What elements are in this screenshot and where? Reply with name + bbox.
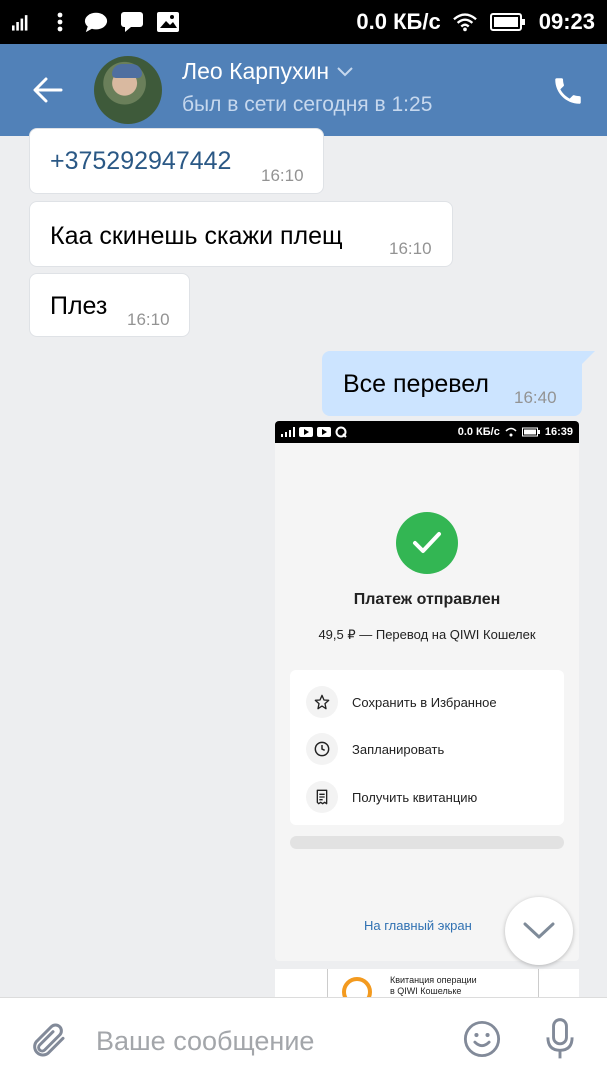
emoji-button[interactable] <box>463 1020 501 1058</box>
attach-button[interactable] <box>28 1020 68 1060</box>
battery-icon <box>489 11 527 33</box>
placeholder-bar <box>290 836 564 849</box>
action-label: Запланировать <box>352 741 445 757</box>
arrow-left-icon <box>33 77 63 103</box>
message-input[interactable]: Ваше сообщение <box>96 1026 314 1057</box>
message-time: 16:10 <box>127 310 170 329</box>
attachment-network-speed: 0.0 КБ/с <box>457 426 500 438</box>
attachment-status-bar: 0.0 КБ/с 16:39 <box>275 421 579 443</box>
contact-info[interactable]: Лео Карпухин был в сети сегодня в 1:25 <box>182 58 432 117</box>
back-button[interactable] <box>0 44 96 136</box>
message-bubble[interactable]: Плез 16:10 <box>29 273 190 337</box>
image-icon <box>156 11 180 33</box>
message-bubble[interactable]: +375292947442 16:10 <box>29 128 324 194</box>
chevron-down-icon <box>337 66 353 76</box>
action-save-favorite: Сохранить в Избранное <box>306 686 497 718</box>
photo-attachment[interactable]: 0.0 КБ/с 16:39 Платеж отправлен 49,5 ₽ —… <box>275 421 579 961</box>
clock: 09:23 <box>538 9 595 34</box>
voice-record-button[interactable] <box>543 1018 577 1060</box>
youtube-icon <box>299 427 313 437</box>
receipt-line: Квитанция операции <box>390 975 477 985</box>
signal-icon <box>12 11 36 33</box>
paperclip-icon <box>33 1023 65 1057</box>
contact-status: был в сети сегодня в 1:25 <box>182 93 433 116</box>
payment-actions-card: Сохранить в Избранное Запланировать Полу… <box>290 670 564 825</box>
receipt-heading: Квитанция операции в QIWI Кошельке <box>390 975 477 997</box>
message-text-link[interactable]: +375292947442 <box>50 147 231 176</box>
avatar[interactable] <box>94 56 162 124</box>
more-vertical-icon <box>48 11 72 33</box>
qiwi-icon <box>335 426 347 438</box>
message-bubble-outgoing[interactable]: Все перевел 16:40 <box>322 351 595 416</box>
attachment-clock: 16:39 <box>544 426 573 438</box>
chat-bubble-icon <box>84 11 108 33</box>
action-schedule: Запланировать <box>306 733 444 765</box>
message-bubble[interactable]: Каа скинешь скажи плещ 16:10 <box>29 201 453 267</box>
status-bar: 0.0 КБ/с 09:23 <box>0 0 607 44</box>
payment-subtitle: 49,5 ₽ — Перевод на QIWI Кошелек <box>318 627 536 642</box>
message-time: 16:10 <box>389 239 432 258</box>
action-label: Получить квитанцию <box>352 789 478 805</box>
message-text: Каа скинешь скажи плещ <box>50 222 343 250</box>
chat-header: Лео Карпухин был в сети сегодня в 1:25 <box>0 44 607 136</box>
phone-icon <box>555 78 581 104</box>
message-text: Плез <box>50 292 108 320</box>
clock-icon <box>306 733 338 765</box>
action-label: Сохранить в Избранное <box>352 694 497 710</box>
star-icon <box>306 686 338 718</box>
message-icon <box>120 11 144 33</box>
action-get-receipt: Получить квитанцию <box>306 781 477 813</box>
payment-title: Платеж отправлен <box>353 591 501 608</box>
home-screen-link: На главный экран <box>364 918 472 933</box>
network-speed: 0.0 КБ/с <box>356 9 441 34</box>
receipt-line: в QIWI Кошельке <box>390 986 462 996</box>
youtube-icon <box>317 427 331 437</box>
receipt-icon <box>306 781 338 813</box>
message-time: 16:40 <box>514 388 557 407</box>
message-time: 16:10 <box>261 166 304 185</box>
smiley-icon <box>463 1020 501 1058</box>
wifi-icon <box>505 427 517 437</box>
signal-icon <box>281 427 295 437</box>
battery-icon <box>521 427 540 437</box>
message-text: Все перевел <box>343 370 489 398</box>
success-check-icon <box>396 512 458 574</box>
microphone-icon <box>546 1018 574 1059</box>
wifi-icon <box>452 11 477 33</box>
chevron-down-icon <box>523 922 555 939</box>
call-button[interactable] <box>551 74 585 108</box>
contact-name: Лео Карпухин <box>182 58 330 84</box>
scroll-down-button[interactable] <box>505 897 573 965</box>
message-composer: Ваше сообщение <box>0 997 607 1080</box>
